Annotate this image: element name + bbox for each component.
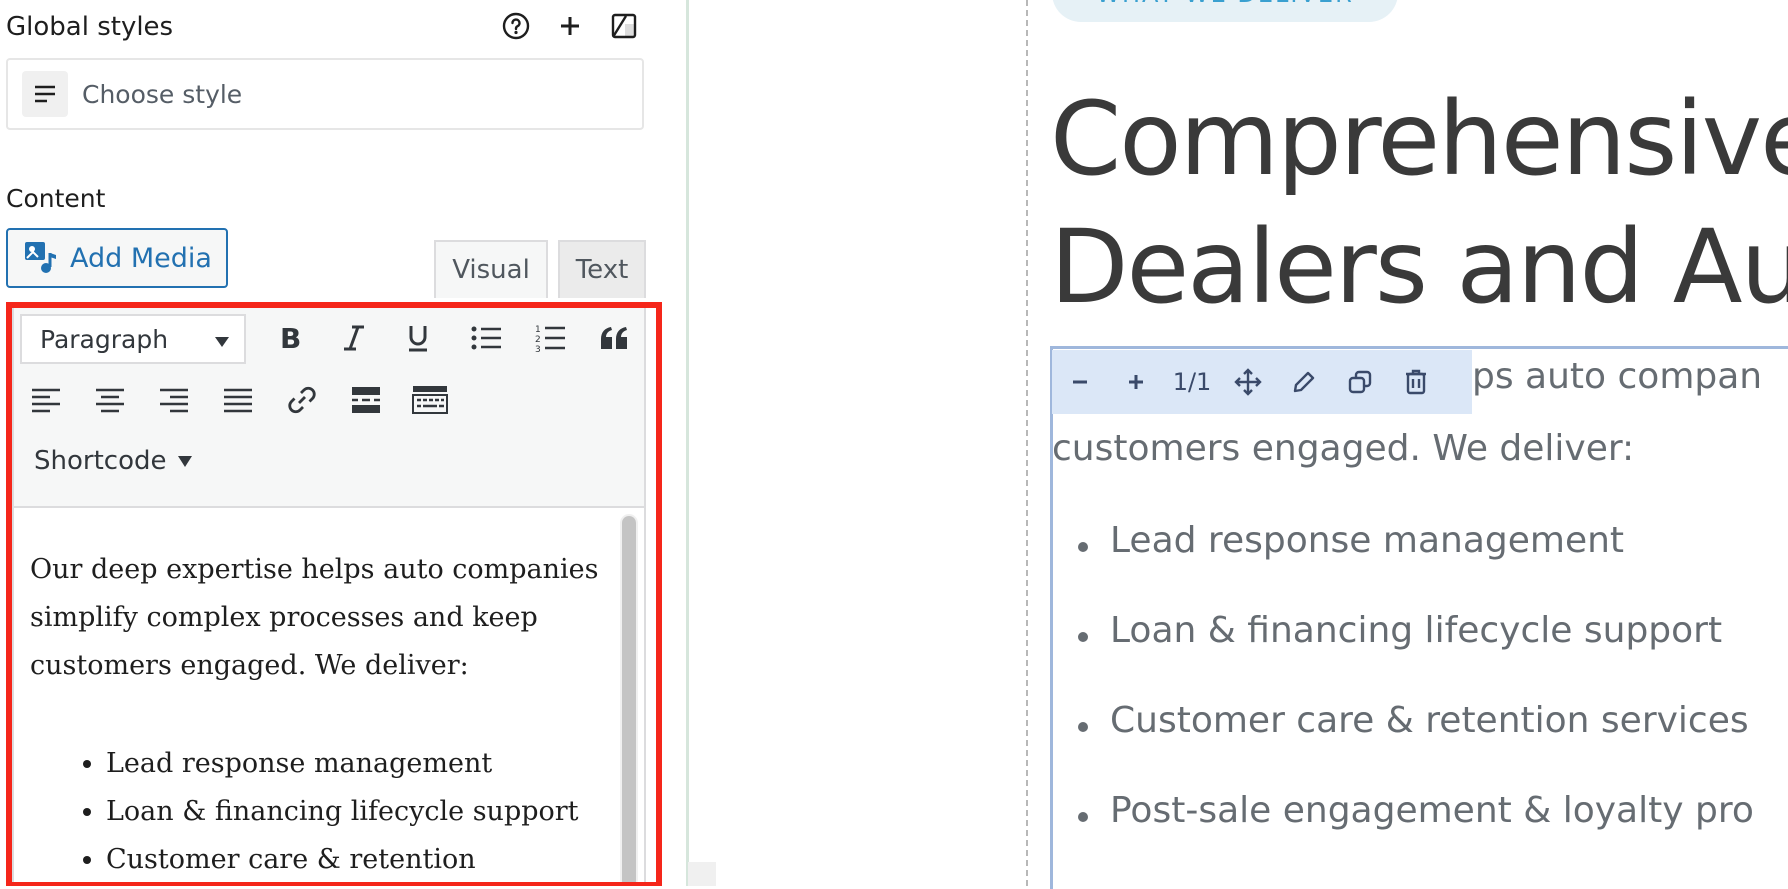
choose-style-placeholder: Choose style (82, 79, 243, 109)
add-media-label: Add Media (70, 242, 212, 274)
block-toolbar: 1/1 (1052, 350, 1472, 414)
tab-text[interactable]: Text (558, 240, 646, 298)
help-icon[interactable] (500, 10, 532, 42)
list-item: Loan & financing lifecycle support (106, 788, 646, 836)
format-select-value: Paragraph (40, 324, 169, 354)
plus-icon[interactable] (1108, 350, 1164, 414)
duplicate-icon[interactable] (1332, 350, 1388, 414)
tab-visual[interactable]: Visual (434, 240, 548, 298)
page-heading: Comprehensive Dealers and Aut (1050, 76, 1788, 332)
align-left-icon[interactable] (24, 378, 68, 422)
content-guide-line (1026, 0, 1028, 886)
list-item: Lead response management (1074, 520, 1754, 610)
settings-panel: Global styles Choose style Content Add M… (0, 0, 686, 886)
list-item: Customer care & retention services (1074, 700, 1754, 790)
preview-list: Lead response management Loan & financin… (1074, 520, 1754, 880)
heading-line-1: Comprehensive (1050, 80, 1788, 199)
svg-text:3: 3 (535, 345, 541, 353)
classic-editor: Paragraph B 123 Shortcode Our deep exper… (12, 306, 646, 886)
move-icon[interactable] (1220, 350, 1276, 414)
editor-scrollbar[interactable] (620, 514, 638, 886)
read-more-icon[interactable] (344, 378, 388, 422)
numbered-list-icon[interactable]: 123 (528, 316, 572, 360)
list-item: Post-sale engagement & loyalty pro (1074, 790, 1754, 880)
content-label: Content (6, 184, 106, 213)
panel-border (686, 0, 689, 886)
bold-icon[interactable]: B (268, 316, 312, 360)
panel-resize-handle[interactable] (688, 862, 716, 886)
shortcode-label: Shortcode (34, 446, 167, 476)
minus-icon[interactable] (1052, 350, 1108, 414)
preview-paragraph-line2: customers engaged. We deliver: (1052, 428, 1635, 469)
list-item: Lead response management (106, 740, 646, 788)
delete-icon[interactable] (1388, 350, 1444, 414)
svg-text:B: B (280, 324, 301, 352)
block-count: 1/1 (1172, 368, 1212, 396)
heading-line-2: Dealers and Aut (1050, 208, 1788, 327)
section-pill: WHAT WE DELIVER (1052, 0, 1398, 22)
blockquote-icon[interactable] (592, 316, 636, 360)
style-book-icon[interactable] (608, 10, 640, 42)
paragraph-style-icon (22, 71, 68, 117)
list-item: Customer care & retention (106, 836, 646, 884)
global-styles-title: Global styles (6, 12, 174, 42)
scrollbar-thumb[interactable] (622, 516, 636, 886)
chevron-down-icon (212, 328, 232, 357)
shortcode-dropdown[interactable]: Shortcode (34, 446, 194, 476)
add-media-button[interactable]: Add Media (6, 228, 228, 288)
preview-paragraph-line1: ps auto compan (1472, 356, 1763, 397)
italic-icon[interactable] (332, 316, 376, 360)
format-select[interactable]: Paragraph (20, 314, 246, 364)
underline-icon[interactable] (396, 316, 440, 360)
edit-icon[interactable] (1276, 350, 1332, 414)
editor-content-area[interactable]: Our deep expertise helps auto companies … (14, 508, 644, 886)
editor-toolbar: Paragraph B 123 Shortcode (14, 308, 644, 508)
chevron-down-icon (178, 456, 193, 467)
global-styles-actions (500, 10, 640, 42)
align-justify-icon[interactable] (216, 378, 260, 422)
editor-paragraph: Our deep expertise helps auto companies … (30, 554, 599, 681)
toolbar-toggle-icon[interactable] (408, 378, 452, 422)
bulleted-list-icon[interactable] (464, 316, 508, 360)
svg-text:1: 1 (535, 325, 541, 335)
align-right-icon[interactable] (152, 378, 196, 422)
plus-icon[interactable] (554, 10, 586, 42)
link-icon[interactable] (280, 378, 324, 422)
media-icon (24, 241, 58, 275)
editor-list: Lead response management Loan & financin… (66, 740, 646, 884)
choose-style-dropdown[interactable]: Choose style (6, 58, 644, 130)
svg-text:2: 2 (535, 335, 541, 345)
list-item: Loan & financing lifecycle support (1074, 610, 1754, 700)
align-center-icon[interactable] (88, 378, 132, 422)
